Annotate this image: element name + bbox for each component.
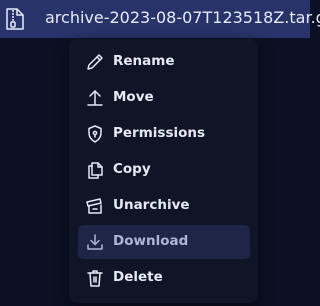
shield-icon [85, 124, 105, 144]
file-row[interactable]: archive-2023-08-07T123518Z.tar.gz [0, 0, 320, 38]
menu-item-label: Unarchive [113, 197, 190, 213]
context-menu: Rename Move Permissions Copy Unarchive D… [69, 39, 258, 303]
download-icon [85, 232, 105, 252]
menu-item-label: Move [113, 89, 154, 105]
unarchive-icon [85, 196, 105, 216]
copy-icon [85, 160, 105, 180]
menu-item-permissions[interactable]: Permissions [78, 117, 250, 151]
arrow-up-icon [85, 88, 105, 108]
menu-item-label: Download [113, 233, 189, 249]
menu-item-rename[interactable]: Rename [78, 45, 250, 79]
pencil-icon [85, 52, 105, 72]
menu-item-unarchive[interactable]: Unarchive [78, 189, 250, 223]
menu-item-label: Delete [113, 269, 163, 285]
file-name: archive-2023-08-07T123518Z.tar.gz [45, 8, 320, 27]
menu-item-label: Rename [113, 53, 175, 69]
menu-item-move[interactable]: Move [78, 81, 250, 115]
menu-item-copy[interactable]: Copy [78, 153, 250, 187]
trash-icon [85, 268, 105, 288]
menu-item-label: Copy [113, 161, 151, 177]
menu-item-label: Permissions [113, 125, 206, 141]
menu-item-delete[interactable]: Delete [78, 261, 250, 295]
menu-item-download[interactable]: Download [78, 225, 250, 259]
archive-file-icon [5, 7, 25, 31]
